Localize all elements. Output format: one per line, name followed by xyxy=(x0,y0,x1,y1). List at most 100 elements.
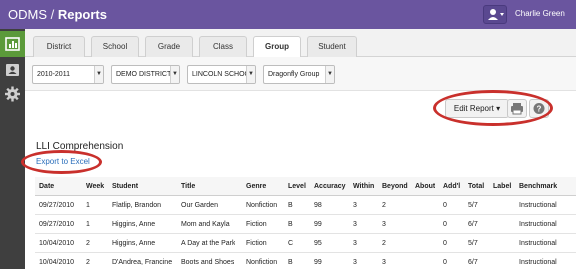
table-cell: Flatlip, Brandon xyxy=(112,202,162,209)
table-cell: Our Garden xyxy=(181,202,218,209)
column-header[interactable]: Label xyxy=(493,177,511,196)
column-header[interactable]: Title xyxy=(181,177,195,196)
gear-icon xyxy=(5,86,20,102)
sidebar xyxy=(0,29,25,269)
tab-bar: District School Grade Class Group Studen… xyxy=(25,29,576,58)
chevron-down-icon: ▼ xyxy=(170,66,179,83)
table-header-row: Date Week Student Title Genre Level Accuracy Wi… xyxy=(35,177,576,196)
table-cell: C xyxy=(288,240,294,247)
table-cell: Fiction xyxy=(246,221,267,228)
chevron-down-icon: ▼ xyxy=(325,66,334,83)
column-header[interactable]: Genre xyxy=(246,177,266,196)
table-cell: 0 xyxy=(443,240,447,247)
year-select[interactable]: 2010-2011 ▼ xyxy=(32,65,104,84)
tab-group[interactable]: Group xyxy=(253,36,301,58)
table-cell: Higgins, Anne xyxy=(112,221,156,228)
filter-bar: 2010-2011 ▼ DEMO DISTRICT ▼ LINCOLN SCHO… xyxy=(25,57,576,91)
table-cell: 3 xyxy=(353,259,357,266)
table-cell: Nonfiction xyxy=(246,259,278,266)
year-select-value: 2010-2011 xyxy=(37,71,70,78)
column-header[interactable]: Level xyxy=(288,177,306,196)
column-header[interactable]: Benchmark xyxy=(519,177,557,196)
school-select[interactable]: LINCOLN SCHOO ▼ xyxy=(187,65,256,84)
id-card-icon xyxy=(6,64,19,76)
table-cell: 99 xyxy=(314,259,322,266)
column-header[interactable]: Week xyxy=(86,177,104,196)
table-cell: 3 xyxy=(353,221,357,228)
table-cell: 2 xyxy=(86,259,90,266)
tab-grade[interactable]: Grade xyxy=(145,36,193,57)
table-cell: 0 xyxy=(443,221,447,228)
sidebar-item-settings[interactable] xyxy=(0,81,25,107)
table-cell: 2 xyxy=(86,240,90,247)
chevron-down-icon: ▼ xyxy=(246,66,255,83)
table-cell: B xyxy=(288,202,293,209)
table-cell: 0 xyxy=(443,202,447,209)
district-select-value: DEMO DISTRICT xyxy=(116,71,172,78)
tab-district[interactable]: District xyxy=(33,36,85,57)
export-highlight-circle xyxy=(21,150,102,174)
table-cell: 2 xyxy=(382,240,386,247)
tab-class[interactable]: Class xyxy=(199,36,247,57)
table-row[interactable]: 09/27/2010 1 Higgins, Anne Mom and Kayla Fic… xyxy=(35,215,576,234)
column-header[interactable]: Beyond xyxy=(382,177,408,196)
table-cell: Mom and Kayla xyxy=(181,221,230,228)
table-cell: 5/7 xyxy=(468,202,478,209)
user-icon xyxy=(488,9,504,20)
table-cell: A Day at the Park xyxy=(181,240,236,247)
group-select-value: Dragonfly Group xyxy=(268,71,320,78)
top-bar: ODMS / Reports Charlie Green xyxy=(0,0,576,29)
toolbar-highlight-circle xyxy=(433,90,553,126)
table-cell: 6/7 xyxy=(468,259,478,266)
table-cell: 3 xyxy=(382,221,386,228)
column-header[interactable]: Accuracy xyxy=(314,177,346,196)
app-title: ODMS / Reports xyxy=(8,7,107,22)
table-cell: D'Andrea, Francine xyxy=(112,259,173,266)
table-cell: 10/04/2010 xyxy=(39,259,75,266)
column-header[interactable]: Within xyxy=(353,177,374,196)
chevron-down-icon: ▼ xyxy=(94,66,103,83)
school-select-value: LINCOLN SCHOO xyxy=(192,71,250,78)
chart-icon xyxy=(5,37,20,51)
column-header[interactable]: Add'l xyxy=(443,177,460,196)
table-cell: 3 xyxy=(353,240,357,247)
table-cell: 95 xyxy=(314,240,322,247)
title-separator: / xyxy=(50,7,55,22)
sidebar-item-reports[interactable] xyxy=(0,31,25,57)
table-cell: 98 xyxy=(314,202,322,209)
user-menu-button[interactable] xyxy=(483,5,507,24)
table-cell: Higgins, Anne xyxy=(112,240,156,247)
sidebar-item-students[interactable] xyxy=(0,57,25,83)
column-header[interactable]: Total xyxy=(468,177,484,196)
table-cell: Nonfiction xyxy=(246,202,278,209)
column-header[interactable]: About xyxy=(415,177,435,196)
table-cell: 6/7 xyxy=(468,221,478,228)
table-cell: Instructional xyxy=(519,240,557,247)
group-select[interactable]: Dragonfly Group ▼ xyxy=(263,65,335,84)
table-cell: 3 xyxy=(353,202,357,209)
table-cell: 09/27/2010 xyxy=(39,202,75,209)
district-select[interactable]: DEMO DISTRICT ▼ xyxy=(111,65,180,84)
column-header[interactable]: Student xyxy=(112,177,138,196)
table-cell: 1 xyxy=(86,202,90,209)
table-cell: Instructional xyxy=(519,202,557,209)
tab-school[interactable]: School xyxy=(91,36,139,57)
table-row[interactable]: 10/04/2010 2 Higgins, Anne A Day at the Par… xyxy=(35,234,576,253)
table-cell: Fiction xyxy=(246,240,267,247)
table-row[interactable]: 09/27/2010 1 Flatlip, Brandon Our Garden Non… xyxy=(35,196,576,215)
user-name[interactable]: Charlie Green xyxy=(515,9,565,18)
table-cell: 3 xyxy=(382,259,386,266)
table-cell: 5/7 xyxy=(468,240,478,247)
chevron-down-icon xyxy=(500,13,504,16)
table-cell: B xyxy=(288,259,293,266)
table-row[interactable]: 10/04/2010 2 D'Andrea, Francine Boots and S… xyxy=(35,253,576,269)
table-cell: 0 xyxy=(443,259,447,266)
table-cell: Instructional xyxy=(519,221,557,228)
table-cell: 99 xyxy=(314,221,322,228)
table-cell: 10/04/2010 xyxy=(39,240,75,247)
column-header[interactable]: Date xyxy=(39,177,54,196)
table-cell: Boots and Shoes xyxy=(181,259,235,266)
table-cell: Instructional xyxy=(519,259,557,266)
app-name[interactable]: ODMS xyxy=(8,7,47,22)
tab-student[interactable]: Student xyxy=(307,36,357,57)
